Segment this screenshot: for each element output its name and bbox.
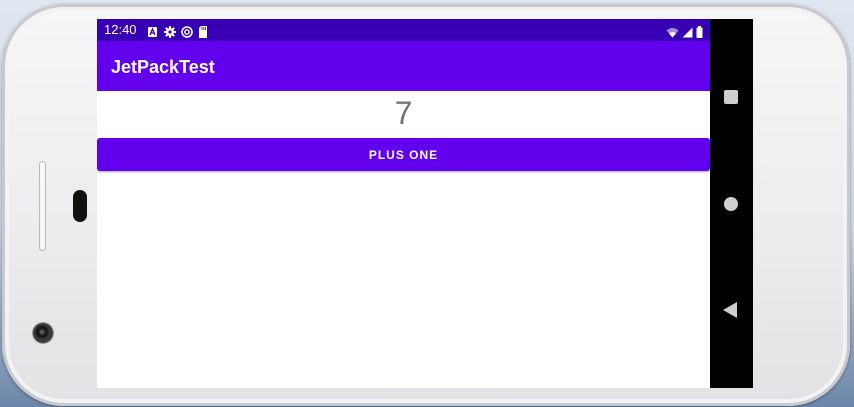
home-icon[interactable] xyxy=(724,197,738,211)
sync-icon xyxy=(181,23,193,38)
gear-icon xyxy=(164,23,176,38)
phone-speaker xyxy=(73,190,87,222)
back-icon[interactable] xyxy=(723,302,737,318)
text-a-icon xyxy=(147,23,158,37)
battery-icon xyxy=(696,23,703,42)
app-bar: JetPackTest xyxy=(97,41,710,91)
counter-value: 7 xyxy=(394,95,413,131)
navigation-bar xyxy=(710,19,753,388)
status-bar: 12:40 xyxy=(97,19,710,41)
app-title: JetPackTest xyxy=(111,57,215,77)
sd-card-icon xyxy=(198,23,209,38)
recents-icon[interactable] xyxy=(724,90,738,104)
plus-one-button[interactable]: PLUS ONE xyxy=(97,138,710,171)
signal-icon xyxy=(682,23,693,42)
status-time: 12:40 xyxy=(104,22,137,37)
status-system-icons xyxy=(666,23,703,42)
phone-side-slot xyxy=(39,161,46,251)
device-screen: 12:40 JetPackTest 7 PLUS ONE xyxy=(97,19,753,388)
front-camera-icon xyxy=(33,323,53,343)
status-notification-icons xyxy=(147,23,209,38)
wifi-icon xyxy=(666,23,679,42)
